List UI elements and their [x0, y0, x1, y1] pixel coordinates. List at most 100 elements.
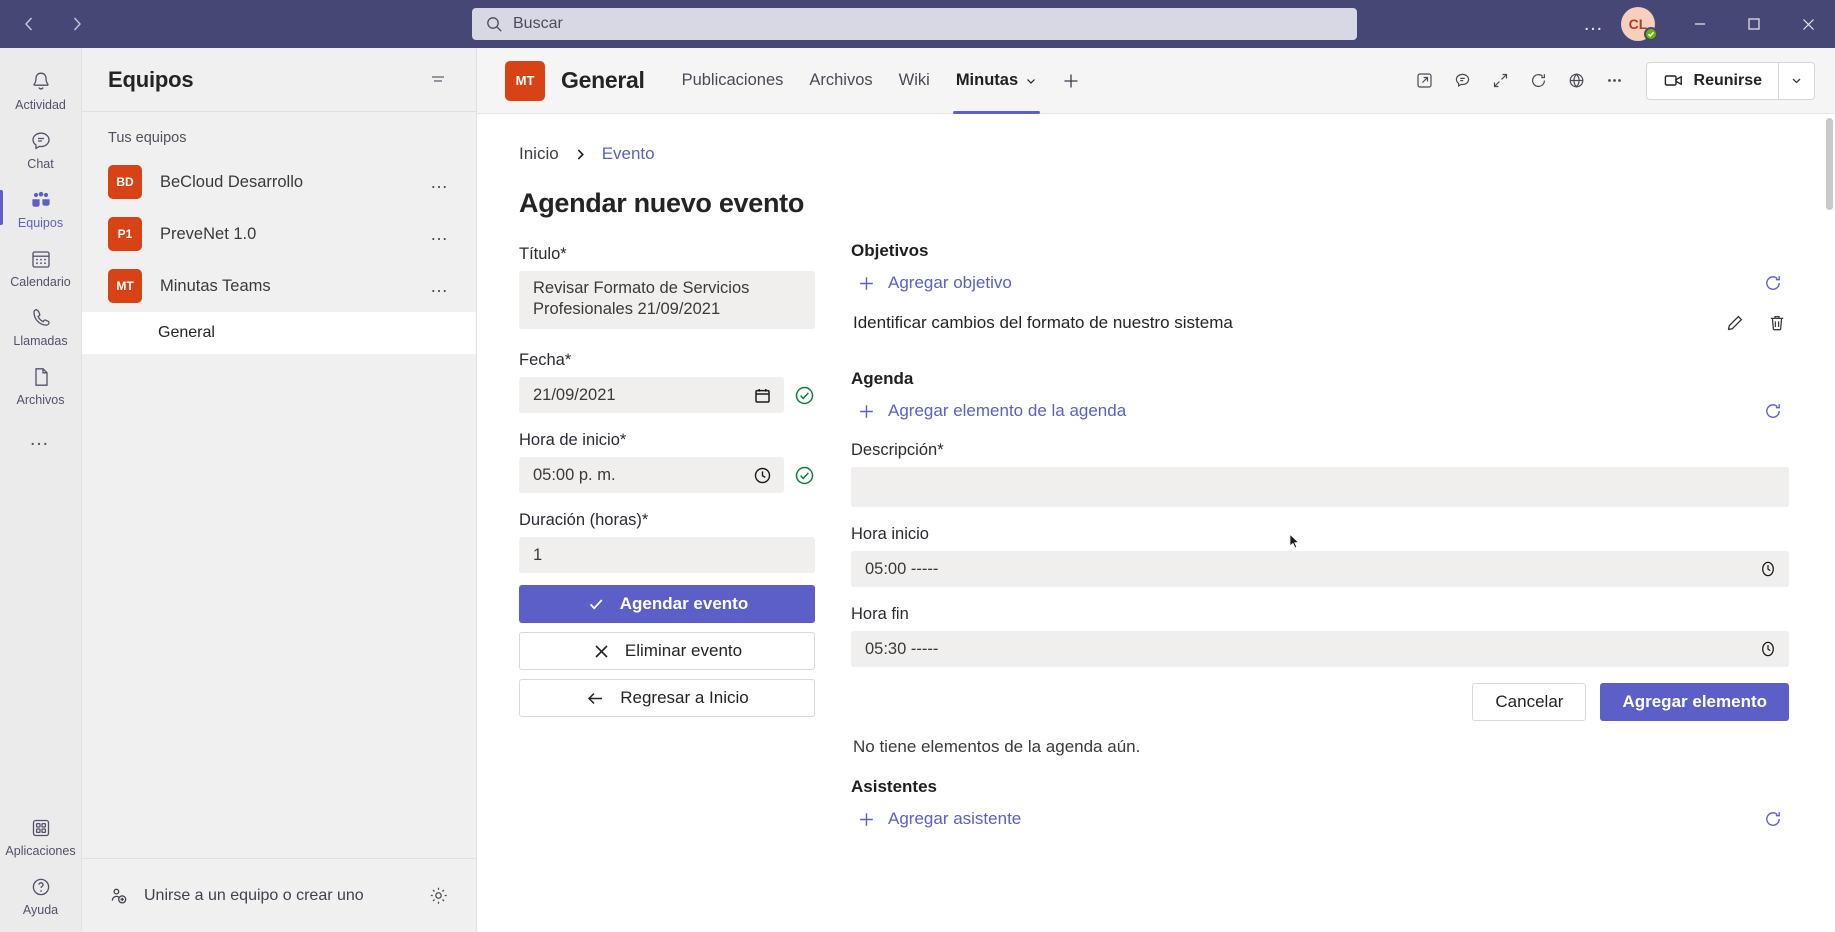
- date-field-row: 21/09/2021: [519, 377, 815, 413]
- title-input[interactable]: Revisar Formato de Servicios Profesional…: [519, 271, 815, 329]
- add-objective-button[interactable]: Agregar objetivo: [851, 267, 1016, 299]
- team-row[interactable]: P1 PreveNet 1.0 …: [82, 208, 476, 260]
- agenda-end-input[interactable]: 05:30 -----: [851, 631, 1789, 667]
- team-more-button[interactable]: …: [424, 276, 456, 297]
- delete-objective-button[interactable]: [1767, 313, 1787, 333]
- minimize-button[interactable]: [1673, 0, 1727, 48]
- rail-bottom: Aplicaciones Ayuda: [0, 806, 82, 932]
- arrow-left-icon: [588, 692, 603, 704]
- agenda-start-input[interactable]: 05:00 -----: [851, 551, 1789, 587]
- channel-header: MT General Publicaciones Archivos Wiki M…: [477, 48, 1835, 114]
- bell-icon: [32, 72, 49, 90]
- page-title: Agendar nuevo evento: [519, 188, 805, 218]
- teams-group-label: Tus equipos: [108, 130, 187, 146]
- agenda-empty-message: No tiene elementos de la agenda aún.: [853, 737, 1141, 756]
- team-name: PreveNet 1.0: [160, 224, 257, 243]
- rail-item-actividad[interactable]: Actividad: [0, 60, 82, 119]
- minimize-icon: [1695, 23, 1705, 25]
- join-or-create-team-button[interactable]: Unirse a un equipo o crear uno: [108, 885, 364, 907]
- objectives-add-row: Agregar objetivo: [851, 265, 1789, 301]
- tab-minutas[interactable]: Minutas: [943, 48, 1050, 114]
- help-icon: [32, 878, 49, 896]
- search-input[interactable]: Buscar: [472, 8, 1357, 40]
- manage-teams-button[interactable]: [422, 880, 454, 912]
- team-name: Minutas Teams: [160, 276, 271, 295]
- delete-event-button[interactable]: Eliminar evento: [519, 632, 815, 670]
- filter-button[interactable]: [422, 64, 454, 96]
- agenda-end-time-picker-icon[interactable]: [1759, 640, 1777, 658]
- window-controls: [1673, 0, 1835, 48]
- tab-conversation-button[interactable]: [1446, 64, 1480, 98]
- phone-icon: [32, 308, 50, 326]
- app-more-button[interactable]: …: [1573, 0, 1615, 48]
- refresh-tab-button[interactable]: [1522, 64, 1556, 98]
- schedule-event-button[interactable]: Agendar evento: [519, 585, 815, 623]
- team-more-button[interactable]: …: [424, 172, 456, 193]
- refresh-attendees-button[interactable]: [1757, 803, 1789, 835]
- tab-more-options-button[interactable]: [1598, 64, 1632, 98]
- rail-item-aplicaciones[interactable]: Aplicaciones: [0, 806, 82, 865]
- cancel-agenda-button[interactable]: Cancelar: [1472, 683, 1587, 721]
- agenda-description-input[interactable]: [851, 467, 1789, 507]
- team-avatar: P1: [108, 217, 142, 251]
- chat-bubble-icon: [1455, 73, 1470, 87]
- team-row[interactable]: MT Minutas Teams …: [82, 260, 476, 312]
- go-to-website-button[interactable]: [1560, 64, 1594, 98]
- edit-objective-button[interactable]: [1725, 313, 1745, 333]
- teams-panel-header: Equipos: [82, 48, 476, 112]
- breadcrumb-item-evento[interactable]: Evento: [602, 144, 655, 164]
- date-input[interactable]: 21/09/2021: [519, 377, 784, 413]
- back-button[interactable]: [14, 9, 44, 39]
- tab-label: Archivos: [809, 71, 873, 89]
- add-attendee-button[interactable]: Agregar asistente: [851, 803, 1025, 835]
- tab-label: Minutas: [955, 71, 1019, 89]
- rail-more-button[interactable]: …: [0, 414, 82, 465]
- rail-item-archivos[interactable]: Archivos: [0, 355, 82, 414]
- rail-item-ayuda[interactable]: Ayuda: [0, 865, 82, 924]
- tab-content-area: Inicio Evento Agendar nuevo evento Títul…: [477, 114, 1835, 932]
- submit-agenda-item-button[interactable]: Agregar elemento: [1600, 683, 1789, 721]
- team-more-button[interactable]: …: [424, 224, 456, 245]
- channel-tabs: Publicaciones Archivos Wiki Minutas: [669, 48, 1093, 114]
- back-to-home-button[interactable]: Regresar a Inicio: [519, 679, 815, 717]
- video-camera-icon: [1664, 75, 1682, 86]
- agenda-section-title: Agenda: [851, 369, 914, 388]
- channel-row-general[interactable]: General: [82, 312, 476, 354]
- time-picker-icon[interactable]: [753, 466, 772, 485]
- meet-button[interactable]: Reunirse: [1647, 63, 1778, 99]
- expand-button[interactable]: [1484, 64, 1518, 98]
- objective-actions: [1725, 313, 1787, 333]
- close-button[interactable]: [1781, 0, 1835, 48]
- refresh-objectives-button[interactable]: [1757, 267, 1789, 299]
- chevron-right-icon: [73, 17, 81, 31]
- breadcrumb-item-inicio[interactable]: Inicio: [519, 144, 559, 164]
- rail-item-calendario[interactable]: Calendario: [0, 237, 82, 296]
- close-icon: [1802, 18, 1814, 30]
- avatar[interactable]: CL: [1615, 0, 1661, 48]
- tab-archivos[interactable]: Archivos: [796, 48, 885, 114]
- tab-wiki[interactable]: Wiki: [886, 48, 943, 114]
- add-tab-button[interactable]: [1050, 48, 1092, 114]
- meet-options-button[interactable]: [1778, 62, 1814, 99]
- team-row[interactable]: BD BeCloud Desarrollo …: [82, 156, 476, 208]
- objectives-section-title: Objetivos: [851, 241, 929, 260]
- date-field-label: Fecha*: [519, 351, 572, 369]
- rail-item-chat[interactable]: Chat: [0, 119, 82, 178]
- maximize-button[interactable]: [1727, 0, 1781, 48]
- refresh-icon: [1766, 812, 1780, 826]
- add-agenda-item-button[interactable]: Agregar elemento de la agenda: [851, 395, 1130, 427]
- forward-button[interactable]: [62, 9, 92, 39]
- start-time-input[interactable]: 05:00 p. m.: [519, 457, 784, 493]
- duration-input[interactable]: 1: [519, 537, 815, 573]
- rail-item-equipos[interactable]: Equipos: [0, 178, 82, 237]
- calendar-picker-icon[interactable]: [753, 386, 772, 405]
- content-scrollbar[interactable]: [1826, 118, 1833, 210]
- agenda-start-time-picker-icon[interactable]: [1759, 560, 1777, 578]
- open-in-new-window-button[interactable]: [1408, 64, 1442, 98]
- close-icon: [595, 644, 608, 658]
- tab-publicaciones[interactable]: Publicaciones: [669, 48, 797, 114]
- refresh-agenda-button[interactable]: [1757, 395, 1789, 427]
- rail-item-llamadas[interactable]: Llamadas: [0, 296, 82, 355]
- check-icon: [589, 599, 603, 610]
